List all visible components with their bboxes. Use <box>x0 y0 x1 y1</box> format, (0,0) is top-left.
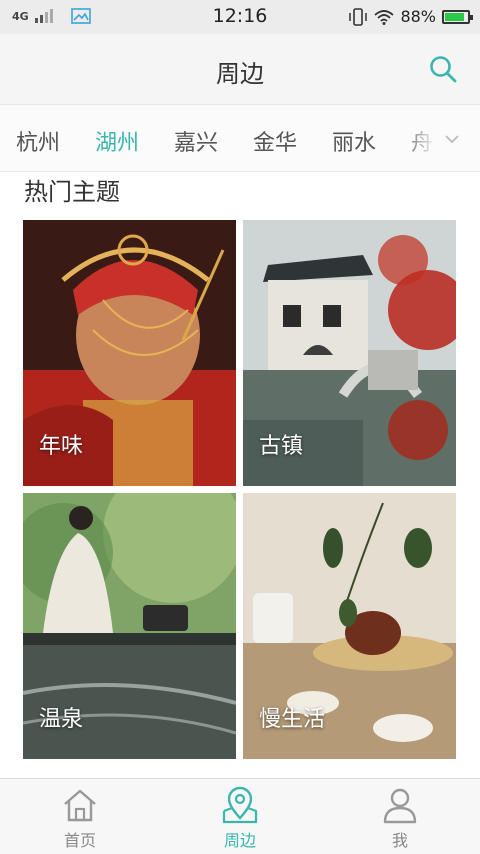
nav-nearby[interactable]: 周边 <box>160 779 320 854</box>
page-title: 周边 <box>216 60 264 88</box>
theme-label: 年味 <box>39 434 84 459</box>
theme-label: 慢生活 <box>259 707 326 732</box>
tab-jiaxing[interactable]: 嘉兴 <box>174 125 218 157</box>
nav-label: 首页 <box>63 831 96 850</box>
tab-lishui[interactable]: 丽水 <box>332 125 376 157</box>
nav-label: 我 <box>391 831 408 850</box>
theme-card-wenquan[interactable]: 温泉 <box>23 493 236 759</box>
nav-label: 周边 <box>223 831 256 850</box>
user-icon <box>383 788 417 824</box>
bottom-nav: 首页 周边 我 <box>0 778 480 854</box>
status-bar: 4G 12:16 88% <box>0 0 480 34</box>
city-tabs: 杭州 湖州 嘉兴 金华 丽水 舟山 <box>0 104 480 172</box>
nav-me[interactable]: 我 <box>320 779 480 854</box>
tab-huzhou[interactable]: 湖州 <box>95 125 139 157</box>
tab-jinhua[interactable]: 金华 <box>253 125 297 157</box>
search-icon[interactable] <box>428 54 458 84</box>
vibrate-icon <box>349 7 368 26</box>
app-header: 周边 <box>0 34 480 104</box>
theme-card-manshenghuo[interactable]: 慢生活 <box>243 493 456 759</box>
theme-label: 古镇 <box>259 434 304 459</box>
battery-percent: 88% <box>400 7 436 26</box>
theme-card-nianwei[interactable]: 年味 <box>23 220 236 486</box>
wifi-icon <box>374 9 395 25</box>
tab-hangzhou[interactable]: 杭州 <box>16 125 60 157</box>
section-title: 热门主题 <box>24 178 120 206</box>
tabs-fade <box>400 105 480 171</box>
status-right: 88% <box>348 7 473 26</box>
map-pin-icon <box>222 786 258 824</box>
chevron-down-icon[interactable] <box>444 131 460 147</box>
battery-fill <box>445 12 465 21</box>
nav-home[interactable]: 首页 <box>0 779 160 854</box>
battery-icon <box>442 9 473 24</box>
home-icon <box>64 789 96 822</box>
theme-card-guzhen[interactable]: 古镇 <box>243 220 456 486</box>
theme-label: 温泉 <box>39 707 84 732</box>
